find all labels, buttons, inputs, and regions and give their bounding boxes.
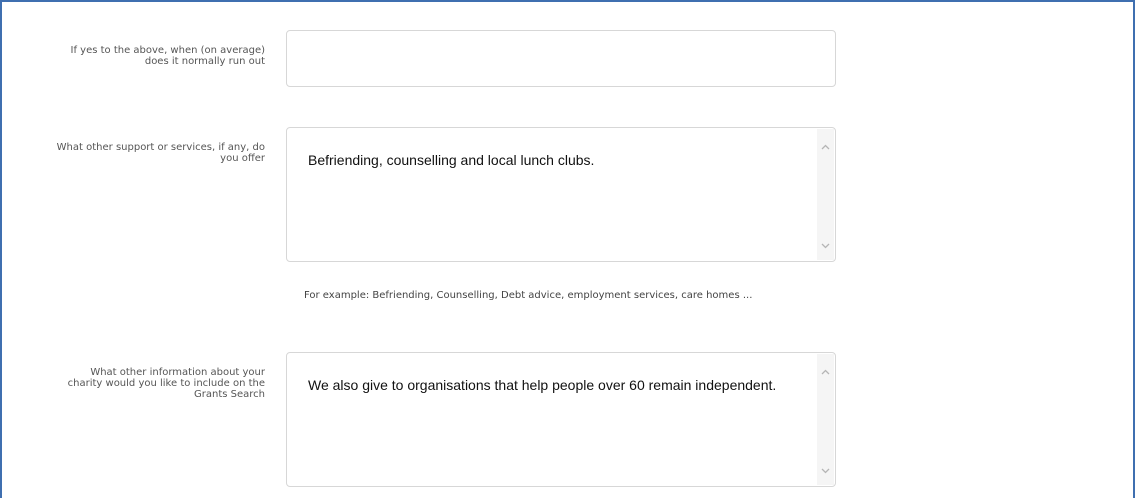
support-services-helper-text: For example: Befriending, Counselling, D… bbox=[304, 290, 753, 301]
support-services-label: What other support or services, if any, … bbox=[56, 142, 265, 164]
chevron-up-icon[interactable] bbox=[821, 143, 830, 152]
support-services-scrollbar[interactable] bbox=[817, 129, 834, 260]
charity-info-label: What other information about your charit… bbox=[67, 367, 265, 400]
charity-info-textarea[interactable]: We also give to organisations that help … bbox=[286, 352, 836, 487]
chevron-down-icon[interactable] bbox=[821, 241, 830, 250]
chevron-up-icon[interactable] bbox=[821, 368, 830, 377]
run-out-input[interactable] bbox=[286, 30, 836, 87]
support-services-textarea[interactable]: Befriending, counselling and local lunch… bbox=[286, 127, 836, 262]
charity-info-value: We also give to organisations that help … bbox=[308, 377, 777, 393]
chevron-down-icon[interactable] bbox=[821, 466, 830, 475]
support-services-value: Befriending, counselling and local lunch… bbox=[308, 152, 595, 168]
run-out-label: If yes to the above, when (on average) d… bbox=[70, 45, 266, 67]
charity-info-scrollbar[interactable] bbox=[817, 354, 834, 485]
